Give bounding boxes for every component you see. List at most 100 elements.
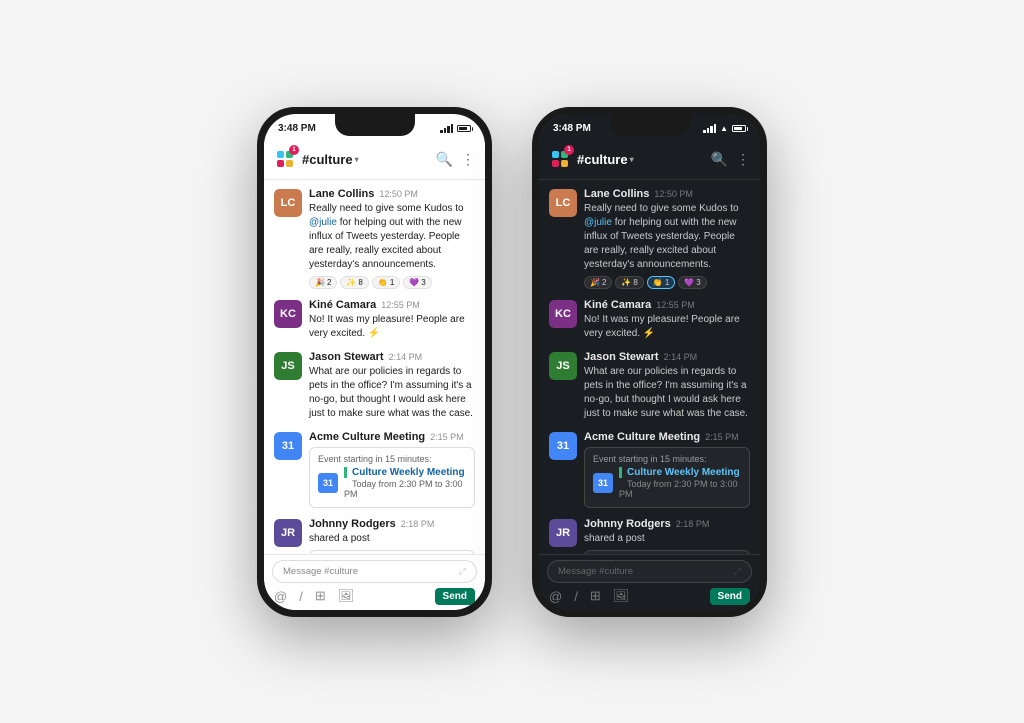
avatar: 31 xyxy=(549,432,577,460)
signal-bars xyxy=(440,124,453,133)
reaction-count: 8 xyxy=(633,278,637,287)
mention[interactable]: @julie xyxy=(584,217,612,228)
message-text: No! It was my pleasure! People are very … xyxy=(584,313,750,341)
attach-icon[interactable]: ⊞ xyxy=(590,588,601,604)
message-time: 2:18 PM xyxy=(676,519,710,529)
channel-label: #culture xyxy=(577,152,628,167)
message-input[interactable]: Message #culture ⤢ xyxy=(547,560,752,583)
message-input-placeholder: Message #culture xyxy=(558,566,633,577)
search-icon[interactable]: 🔍 xyxy=(711,151,728,168)
avatar-initials: KC xyxy=(549,300,577,328)
message-content: Kiné Camara 12:55 PM No! It was my pleas… xyxy=(309,299,475,341)
message-text: shared a post xyxy=(584,532,750,546)
attach-icon[interactable]: ⊞ xyxy=(315,588,326,604)
scene: 3:48 PM 1 #culture▾ 🔍 ⋮ LC Lane Collins xyxy=(0,0,1024,723)
message-group: JS Jason Stewart 2:14 PM What are our po… xyxy=(549,351,750,421)
signal-bar-4 xyxy=(714,124,717,133)
phone-light: 3:48 PM 1 #culture▾ 🔍 ⋮ LC Lane Collins xyxy=(257,107,492,617)
message-header: Jason Stewart 2:14 PM xyxy=(309,351,475,363)
avatar-initials: KC xyxy=(274,300,302,328)
signal-bar-2 xyxy=(444,128,447,133)
event-info: Culture Weekly Meeting Today from 2:30 P… xyxy=(619,467,741,499)
message-input-row: Message #culture ⤢ xyxy=(272,560,477,583)
message-group: KC Kiné Camara 12:55 PM No! It was my pl… xyxy=(549,299,750,341)
event-info: Culture Weekly Meeting Today from 2:30 P… xyxy=(344,467,466,499)
message-group: JS Jason Stewart 2:14 PM What are our po… xyxy=(274,351,475,421)
slack-logo[interactable]: 1 xyxy=(274,148,296,170)
image-icon[interactable]: 🖼 xyxy=(613,588,630,604)
message-time: 2:18 PM xyxy=(401,519,435,529)
avatar-initials: 31 xyxy=(549,432,577,460)
message-text: What are our policies in regards to pets… xyxy=(309,365,475,421)
reaction-button[interactable]: ✨8 xyxy=(340,276,368,289)
event-title-row: 31 Culture Weekly Meeting Today from 2:3… xyxy=(318,467,466,499)
event-card[interactable]: Event starting in 15 minutes: 31 Culture… xyxy=(309,447,475,508)
reaction-emoji: 💜 xyxy=(409,278,419,287)
message-content: Jason Stewart 2:14 PM What are our polic… xyxy=(584,351,750,421)
image-icon[interactable]: 🖼 xyxy=(338,588,355,604)
avatar-initials: JS xyxy=(274,352,302,380)
signal-bar-1 xyxy=(440,130,443,133)
avatar-initials: 31 xyxy=(274,432,302,460)
header-icons: 🔍 ⋮ xyxy=(436,151,475,168)
channel-name[interactable]: #culture▾ xyxy=(577,152,705,167)
message-header: Lane Collins 12:50 PM xyxy=(309,188,475,200)
message-input[interactable]: Message #culture ⤢ xyxy=(272,560,477,583)
bottom-bar: Message #culture ⤢ @ / ⊞ 🖼 Send xyxy=(539,554,760,610)
reaction-button[interactable]: 👏1 xyxy=(647,276,675,289)
expand-icon[interactable]: ⤢ xyxy=(459,566,466,577)
reaction-button[interactable]: ✨8 xyxy=(615,276,643,289)
more-icon[interactable]: ⋮ xyxy=(736,151,750,168)
messages-list: LC Lane Collins 12:50 PM Really need to … xyxy=(264,180,485,554)
send-button[interactable]: Send xyxy=(435,588,475,605)
reaction-emoji: 👏 xyxy=(653,278,663,287)
screen-dark: 3:48 PM ▲ 1 #culture▾ 🔍 ⋮ LC Lane Collin… xyxy=(539,114,760,610)
avatar-initials: JR xyxy=(549,519,577,547)
slash-icon[interactable]: / xyxy=(299,589,303,604)
message-time: 2:15 PM xyxy=(430,432,464,442)
message-author: Lane Collins xyxy=(584,188,649,200)
phone-notch xyxy=(610,114,690,136)
reaction-button[interactable]: 👏1 xyxy=(372,276,400,289)
battery-fill xyxy=(734,127,742,130)
avatar-initials: LC xyxy=(549,189,577,217)
mention[interactable]: @julie xyxy=(309,217,337,228)
slack-logo[interactable]: 1 xyxy=(549,148,571,170)
event-title-link[interactable]: Culture Weekly Meeting xyxy=(619,467,741,478)
avatar: JS xyxy=(274,352,302,380)
reaction-button[interactable]: 🎉2 xyxy=(309,276,337,289)
reactions: 🎉2✨8👏1💜3 xyxy=(309,276,475,289)
message-text: Really need to give some Kudos to @julie… xyxy=(309,202,475,272)
message-content: Lane Collins 12:50 PM Really need to giv… xyxy=(309,188,475,289)
calendar-icon: 31 xyxy=(593,473,613,493)
message-content: Lane Collins 12:50 PM Really need to giv… xyxy=(584,188,750,289)
channel-name[interactable]: #culture▾ xyxy=(302,152,430,167)
chevron-down-icon: ▾ xyxy=(355,155,359,164)
message-time: 2:15 PM xyxy=(705,432,739,442)
avatar-initials: LC xyxy=(274,189,302,217)
message-group: JR Johnny Rodgers 2:18 PM shared a post … xyxy=(274,518,475,554)
at-icon[interactable]: @ xyxy=(549,589,562,604)
message-text: No! It was my pleasure! People are very … xyxy=(309,313,475,341)
send-button[interactable]: Send xyxy=(710,588,750,605)
at-icon[interactable]: @ xyxy=(274,589,287,604)
event-card[interactable]: Event starting in 15 minutes: 31 Culture… xyxy=(584,447,750,508)
slash-icon[interactable]: / xyxy=(574,589,578,604)
reaction-count: 3 xyxy=(421,278,425,287)
avatar: KC xyxy=(549,300,577,328)
calendar-icon: 31 xyxy=(318,473,338,493)
more-icon[interactable]: ⋮ xyxy=(461,151,475,168)
event-title-link[interactable]: Culture Weekly Meeting xyxy=(344,467,466,478)
message-input-row: Message #culture ⤢ xyxy=(547,560,752,583)
reaction-button[interactable]: 🎉2 xyxy=(584,276,612,289)
message-header: Kiné Camara 12:55 PM xyxy=(584,299,750,311)
reaction-count: 1 xyxy=(390,278,394,287)
reaction-button[interactable]: 💜3 xyxy=(403,276,431,289)
message-author: Jason Stewart xyxy=(309,351,384,363)
search-icon[interactable]: 🔍 xyxy=(436,151,453,168)
reaction-button[interactable]: 💜3 xyxy=(678,276,706,289)
header-icons: 🔍 ⋮ xyxy=(711,151,750,168)
expand-icon[interactable]: ⤢ xyxy=(734,566,741,577)
reactions: 🎉2✨8 👏1💜3 xyxy=(584,276,750,289)
message-header: Kiné Camara 12:55 PM xyxy=(309,299,475,311)
